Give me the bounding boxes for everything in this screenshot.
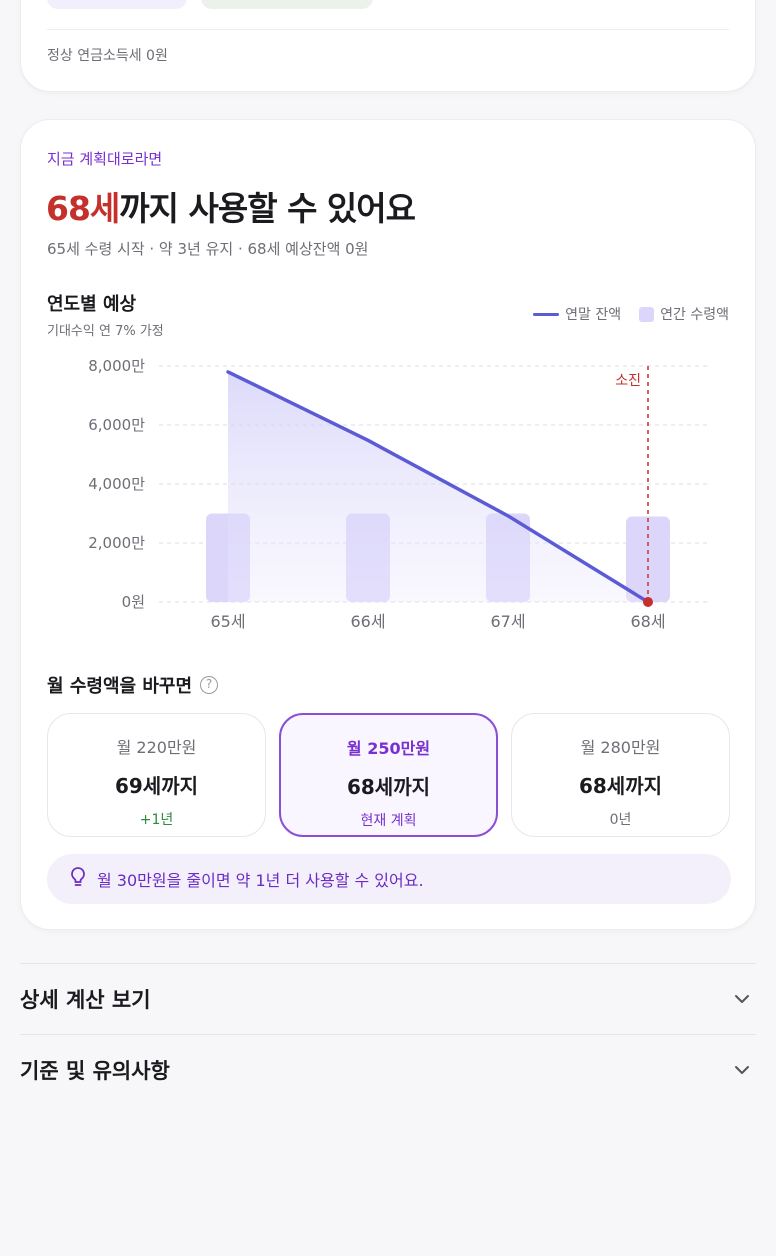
x-tick-label: 67세	[490, 612, 525, 631]
option-diff: 현재 계획	[360, 813, 417, 829]
tip-text: 월 30만원을 줄이면 약 1년 더 사용할 수 있어요.	[97, 871, 424, 890]
option-amount: 월 250만원	[346, 739, 431, 758]
tax-summary-card: 정상 연금소득세 0원	[20, 0, 756, 92]
option-card-280[interactable]: 월 280만원 68세까지 0년	[511, 713, 730, 837]
depletion-label: 소진	[615, 373, 641, 389]
option-card-220[interactable]: 월 220만원 69세까지 +1년	[47, 713, 266, 837]
y-tick-label: 0원	[122, 593, 145, 611]
option-age: 68세까지	[346, 775, 431, 799]
lightbulb-icon	[67, 866, 89, 892]
accordion-criteria[interactable]: 기준 및 유의사항	[20, 1035, 756, 1105]
divider	[47, 29, 729, 30]
option-age: 69세까지	[114, 774, 199, 798]
x-tick-label: 66세	[350, 612, 385, 631]
y-tick-label: 8,000만	[88, 357, 145, 375]
option-age: 68세까지	[578, 774, 663, 798]
option-diff: 0년	[609, 812, 632, 828]
summary-chip	[47, 0, 187, 9]
accordion-label: 상세 계산 보기	[20, 988, 151, 1012]
x-tick-label: 68세	[630, 612, 665, 631]
accordion-label: 기준 및 유의사항	[20, 1059, 170, 1083]
options-title: 월 수령액을 바꾸면 ?	[47, 672, 219, 698]
chevron-down-icon	[735, 1066, 749, 1074]
balance-area	[228, 371, 648, 602]
options-title-text: 월 수령액을 바꾸면	[47, 676, 193, 697]
plan-card: 지금 계획대로라면 68세까지 사용할 수 있어요 65세 수령 시작 · 약 …	[20, 119, 756, 930]
option-diff: +1년	[139, 812, 174, 828]
summary-chip	[201, 0, 373, 9]
tax-note: 정상 연금소득세 0원	[47, 48, 168, 64]
accordion-detail-calc[interactable]: 상세 계산 보기	[20, 964, 756, 1034]
chevron-down-icon	[735, 995, 749, 1003]
y-tick-label: 6,000만	[88, 416, 145, 434]
y-tick-label: 4,000만	[88, 475, 145, 493]
option-card-250[interactable]: 월 250만원 68세까지 현재 계획	[279, 713, 498, 837]
depletion-point	[643, 597, 653, 607]
x-tick-label: 65세	[210, 612, 245, 631]
question-circle-icon[interactable]: ?	[200, 676, 219, 694]
option-amount: 월 280만원	[580, 738, 661, 757]
yearly-balance-chart: 0원 2,000만 4,000만 6,000만 8,000만소진 65세 66세 67세 68세	[88, 357, 711, 631]
tip-banner: 월 30만원을 줄이면 약 1년 더 사용할 수 있어요.	[47, 854, 731, 904]
option-amount: 월 220만원	[116, 738, 197, 757]
y-tick-label: 2,000만	[88, 534, 145, 552]
